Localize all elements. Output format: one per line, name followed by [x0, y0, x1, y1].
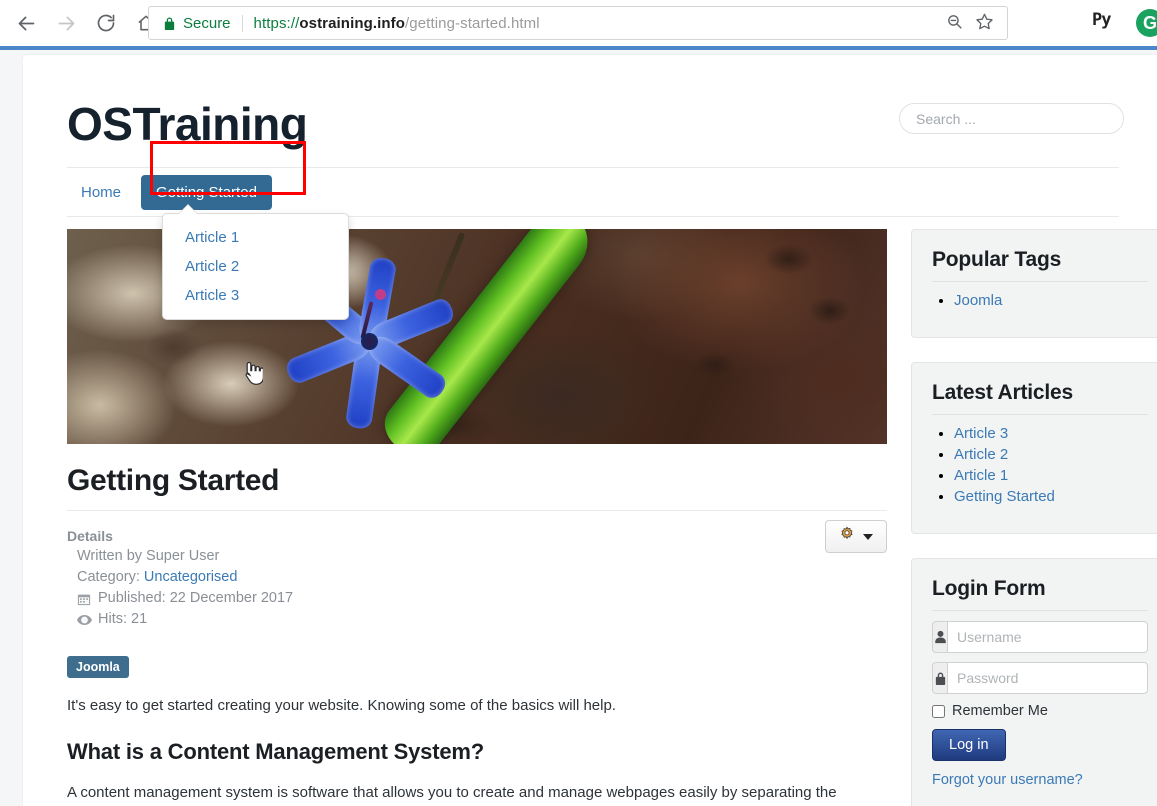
popular-tags-list: Joomla: [932, 292, 1148, 310]
url-scheme: https://: [253, 14, 300, 32]
password-field-group: [932, 662, 1148, 694]
site-logo-title[interactable]: OSTraining: [67, 97, 308, 151]
latest-link-article-3[interactable]: Article 3: [954, 425, 1008, 442]
title-divider: [67, 510, 887, 511]
login-form-title: Login Form: [932, 577, 1148, 611]
caret-down-icon: [863, 533, 873, 540]
remember-me-row: Remember Me: [932, 703, 1148, 719]
remember-me-checkbox[interactable]: [932, 704, 945, 718]
url-path: /getting-started.html: [405, 14, 540, 32]
password-input[interactable]: [947, 662, 1148, 694]
gear-icon: [839, 526, 855, 547]
sidebar-column: Popular Tags Joomla Latest Articles Arti…: [911, 229, 1157, 806]
site-container: OSTraining Home Getting Started Article …: [23, 55, 1157, 806]
login-button[interactable]: Log in: [932, 729, 1006, 761]
extension-python-icon[interactable]: Py: [1092, 10, 1112, 30]
tag-joomla[interactable]: Joomla: [67, 656, 129, 678]
article-intro-paragraph: It's easy to get started creating your w…: [67, 697, 616, 714]
category-label: Category:: [77, 569, 140, 585]
dropdown-item-article-1[interactable]: Article 1: [163, 223, 348, 252]
list-item: Joomla: [954, 292, 1148, 310]
username-field-group: [932, 621, 1148, 653]
latest-articles-title: Latest Articles: [932, 381, 1148, 415]
omnibox-divider: [241, 14, 243, 32]
details-label: Details: [67, 528, 113, 544]
address-bar[interactable]: Secure https://ostraining.info/getting-s…: [148, 6, 1008, 40]
zoom-button[interactable]: [939, 9, 969, 39]
nav-item-getting-started[interactable]: Getting Started: [141, 174, 272, 210]
article-tags: Joomla: [67, 656, 887, 678]
lock-icon: [932, 662, 947, 694]
nav-dropdown-menu: Article 1 Article 2 Article 3: [162, 204, 349, 320]
written-by-text: Written by Super User: [77, 548, 220, 564]
padlock-icon: [163, 16, 176, 31]
list-item: Getting Started: [954, 488, 1148, 506]
latest-link-article-1[interactable]: Article 1: [954, 467, 1008, 484]
eye-icon: [77, 614, 92, 626]
module-popular-tags: Popular Tags Joomla: [911, 229, 1157, 338]
main-navigation: Home Getting Started Article 1 Article 2…: [67, 141, 1119, 385]
dropdown-item-article-3[interactable]: Article 3: [163, 281, 348, 310]
page-viewport: OSTraining Home Getting Started Article …: [0, 50, 1157, 806]
back-arrow-icon: [16, 13, 37, 34]
detail-written-by: Written by Super User: [67, 546, 887, 567]
module-login-form: Login Form Username Remember Me Log in F…: [911, 558, 1157, 806]
hits-text: Hits: 21: [98, 611, 148, 627]
username-input[interactable]: [947, 621, 1148, 653]
magnifier-icon: [946, 13, 963, 35]
latest-link-getting-started[interactable]: Getting Started: [954, 488, 1055, 505]
nav-list: Home Getting Started: [67, 168, 1119, 216]
bookmark-button[interactable]: [969, 9, 999, 39]
security-status-label: Secure: [183, 14, 231, 32]
url-text: https://ostraining.info/getting-started.…: [254, 15, 540, 32]
omnibox-actions: [939, 7, 1007, 41]
published-text: Published: 22 December 2017: [98, 590, 294, 606]
calendar-icon: [77, 592, 92, 606]
popular-tags-title: Popular Tags: [932, 248, 1148, 282]
star-icon: [975, 12, 994, 36]
search-input[interactable]: [899, 103, 1124, 134]
browser-toolbar: Secure https://ostraining.info/getting-s…: [0, 0, 1157, 46]
detail-category: Category: Uncategorised: [67, 567, 887, 588]
list-item: Article 3: [954, 425, 1148, 443]
detail-published: Published: 22 December 2017: [67, 588, 887, 609]
list-item: Article 1: [954, 467, 1148, 485]
nav-item-home[interactable]: Home: [67, 175, 135, 210]
user-icon: [932, 621, 947, 653]
forward-arrow-icon: [56, 13, 77, 34]
dropdown-item-article-2[interactable]: Article 2: [163, 252, 348, 281]
forgot-username-link[interactable]: Forgot your username?: [932, 772, 1148, 788]
remember-me-label[interactable]: Remember Me: [952, 703, 1048, 719]
detail-hits: Hits: 21: [67, 609, 887, 630]
latest-articles-list: Article 3 Article 2 Article 1 Getting St…: [932, 425, 1148, 506]
forward-button[interactable]: [48, 5, 84, 41]
reload-icon: [96, 13, 116, 33]
article-options-button[interactable]: [825, 520, 887, 553]
back-button[interactable]: [8, 5, 44, 41]
category-link[interactable]: Uncategorised: [144, 567, 238, 588]
article-section-paragraph: A content management system is software …: [67, 784, 837, 802]
extension-g-icon[interactable]: G: [1136, 9, 1157, 37]
url-host: ostraining.info: [299, 14, 406, 32]
article-title: Getting Started: [67, 464, 280, 497]
list-item: Article 2: [954, 446, 1148, 464]
article-section-heading: What is a Content Management System?: [67, 739, 484, 765]
module-latest-articles: Latest Articles Article 3 Article 2 Arti…: [911, 362, 1157, 534]
site-header: OSTraining: [45, 55, 1141, 167]
latest-link-article-2[interactable]: Article 2: [954, 446, 1008, 463]
reload-button[interactable]: [88, 5, 124, 41]
tag-link-joomla[interactable]: Joomla: [954, 292, 1002, 309]
article-details: Details Written by Super User Category: …: [67, 520, 887, 630]
